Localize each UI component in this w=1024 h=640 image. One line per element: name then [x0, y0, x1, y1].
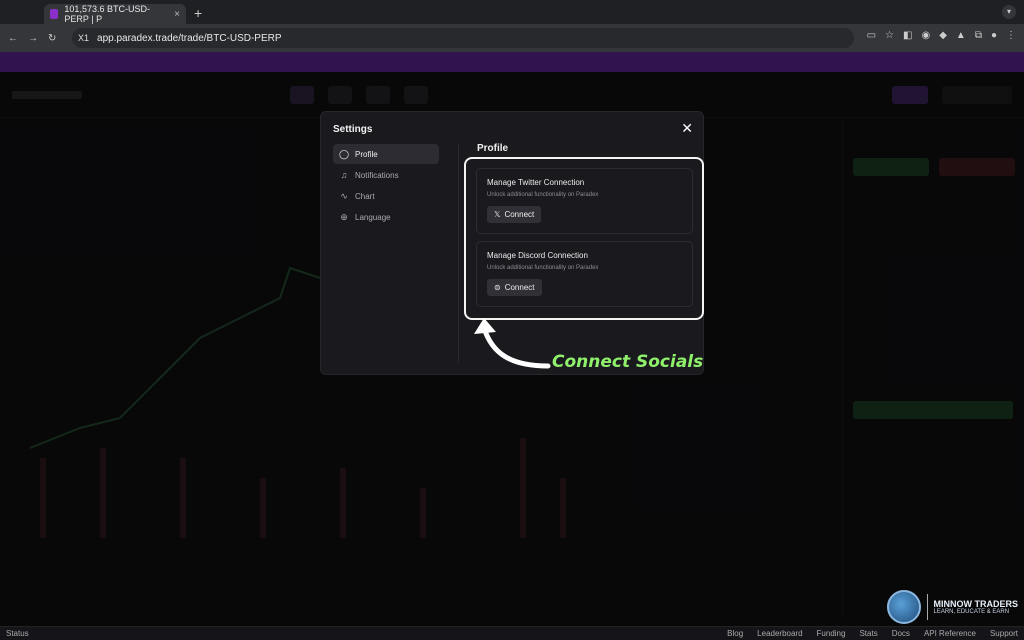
annotation-label: Connect Socials [552, 352, 704, 372]
tab-search-icon[interactable]: ▾ [1002, 5, 1016, 19]
install-icon[interactable]: ▭ [867, 30, 876, 41]
avatar[interactable]: ● [991, 30, 997, 41]
puzzle-icon[interactable]: ⧉ [975, 30, 982, 41]
url-field[interactable]: X1 app.paradex.trade/trade/BTC-USD-PERP [72, 28, 854, 48]
back-icon[interactable]: ← [8, 33, 18, 44]
highlight-box [464, 157, 704, 320]
browser-tab-bar: 101,573.6 BTC-USD-PERP | P × + ▾ [0, 0, 1024, 24]
footer-link-api-reference[interactable]: API Reference [924, 629, 976, 638]
menu-item-label: Language [355, 212, 391, 222]
section-title: Profile [477, 143, 509, 154]
modal-divider [458, 144, 459, 362]
status-link[interactable]: Status [6, 629, 29, 638]
address-bar: ← → ↻ X1 app.paradex.trade/trade/BTC-USD… [0, 24, 1024, 52]
modal-title: Settings [333, 124, 373, 135]
menu-item-notifications[interactable]: ♫ Notifications [333, 165, 439, 185]
close-icon[interactable]: ✕ [681, 120, 693, 137]
extension-icon[interactable]: ◧ [903, 30, 912, 41]
settings-menu: ◯ Profile ♫ Notifications ∿ Chart ⊕ Lang… [333, 144, 439, 228]
footer-link-stats[interactable]: Stats [859, 629, 877, 638]
extension-icon[interactable]: ◆ [939, 30, 947, 41]
forward-icon[interactable]: → [28, 33, 38, 44]
reload-icon[interactable]: ↻ [48, 33, 56, 44]
extension-icon[interactable]: ◉ [921, 30, 930, 41]
menu-item-language[interactable]: ⊕ Language [333, 207, 439, 227]
browser-tab[interactable]: 101,573.6 BTC-USD-PERP | P × [44, 4, 186, 24]
logo-divider [926, 594, 928, 620]
profile-chip[interactable]: X1 [78, 33, 89, 43]
menu-item-label: Notifications [355, 170, 399, 180]
watermark-tagline: LEARN, EDUCATE & EARN [933, 609, 1010, 615]
bookmark-star-icon[interactable]: ☆ [885, 30, 894, 41]
menu-item-profile[interactable]: ◯ Profile [333, 144, 439, 164]
menu-item-label: Profile [355, 149, 378, 159]
url-text[interactable]: app.paradex.trade/trade/BTC-USD-PERP [97, 33, 282, 44]
user-circle-icon: ◯ [339, 148, 350, 159]
paradex-favicon-icon [50, 9, 59, 19]
watermark-title: MINNOW TRADERS [933, 599, 1019, 609]
globe-logo-icon [886, 590, 921, 624]
footer-link-leaderboard[interactable]: Leaderboard [757, 629, 802, 638]
footer-links: Blog Leaderboard Funding Stats Docs API … [727, 629, 1018, 638]
menu-item-chart[interactable]: ∿ Chart [333, 186, 439, 206]
watermark-logo: MINNOW TRADERS LEARN, EDUCATE & EARN [886, 590, 1019, 624]
tab-title: 101,573.6 BTC-USD-PERP | P [64, 4, 150, 24]
footer-link-blog[interactable]: Blog [727, 629, 743, 638]
status-bar: Status Blog Leaderboard Funding Stats Do… [0, 626, 1024, 640]
new-tab-button[interactable]: + [194, 5, 202, 21]
bell-icon: ♫ [340, 170, 348, 180]
footer-link-docs[interactable]: Docs [892, 629, 910, 638]
menu-item-label: Chart [355, 191, 375, 201]
chart-line-icon: ∿ [340, 190, 348, 201]
curved-arrow-icon [474, 318, 551, 369]
footer-link-funding[interactable]: Funding [817, 629, 846, 638]
extensions-bar: ▭ ☆ ◧ ◉ ◆ ▲ ⧉ ● ⋮ [867, 30, 1016, 41]
tab-close-icon[interactable]: × [174, 9, 180, 20]
kebab-menu-icon[interactable]: ⋮ [1006, 30, 1016, 41]
globe-icon: ⊕ [340, 211, 348, 222]
footer-link-support[interactable]: Support [990, 629, 1018, 638]
extension-icon[interactable]: ▲ [956, 30, 966, 41]
